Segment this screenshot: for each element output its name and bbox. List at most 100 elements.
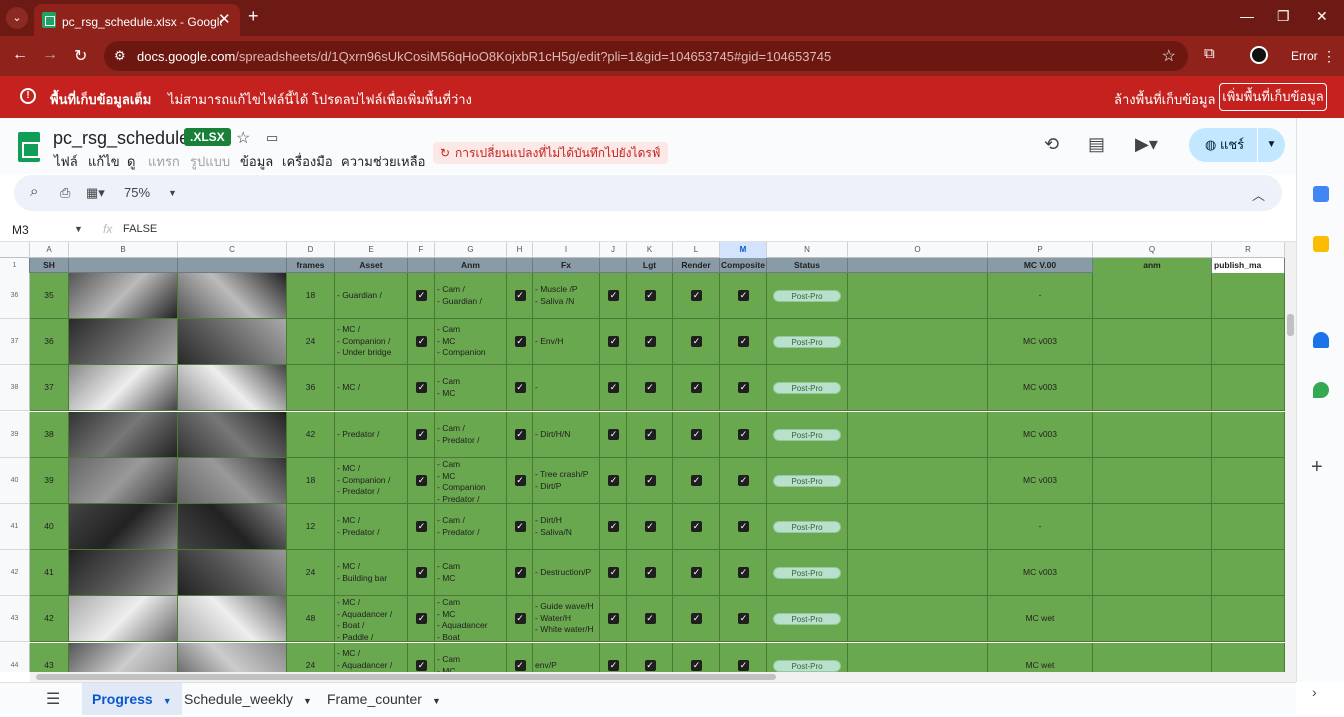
thumbnail-cell[interactable] bbox=[178, 504, 287, 549]
fx-cell[interactable]: - Destruction/P bbox=[533, 550, 600, 595]
thumbnail-cell[interactable] bbox=[178, 412, 287, 457]
browser-menu-icon[interactable]: ⋮ bbox=[1322, 48, 1336, 65]
vertical-scroll-thumb[interactable] bbox=[1287, 314, 1294, 336]
shot-number-cell[interactable]: 36 bbox=[30, 319, 69, 364]
column-header-m[interactable]: M bbox=[720, 242, 767, 258]
checkbox-cell[interactable]: ✓ bbox=[673, 365, 720, 410]
row-number[interactable]: 38 bbox=[0, 365, 30, 411]
thumbnail-cell[interactable] bbox=[69, 273, 178, 318]
column-header-c[interactable]: C bbox=[178, 242, 287, 258]
empty-cell[interactable] bbox=[848, 319, 988, 364]
publish-cell[interactable] bbox=[1212, 273, 1285, 318]
anm-status-cell[interactable] bbox=[1093, 504, 1212, 549]
version-history-icon[interactable]: ⟲ bbox=[1044, 134, 1059, 155]
url-field[interactable]: ⚙ docs.google.com/spreadsheets/d/1Qxrn96… bbox=[104, 41, 1188, 71]
checkbox-cell[interactable]: ✓ bbox=[408, 365, 435, 410]
status-chip[interactable]: Post-Pro bbox=[773, 381, 841, 394]
row-number[interactable]: 42 bbox=[0, 550, 30, 596]
checkbox-cell[interactable]: ✓ bbox=[408, 596, 435, 641]
anm-status-cell[interactable] bbox=[1093, 643, 1212, 672]
all-sheets-icon[interactable]: ☰ bbox=[46, 689, 60, 709]
status-cell[interactable]: Post-Pro bbox=[767, 596, 848, 641]
checkbox-cell[interactable]: ✓ bbox=[673, 550, 720, 595]
checkbox-cell[interactable]: ✓ bbox=[408, 273, 435, 318]
publish-cell[interactable] bbox=[1212, 504, 1285, 549]
status-chip[interactable]: Post-Pro bbox=[773, 520, 841, 533]
checkbox-checked-icon[interactable]: ✓ bbox=[514, 475, 526, 486]
asset-cell[interactable]: - MC / - Building bar bbox=[335, 550, 408, 595]
horizontal-scrollbar[interactable] bbox=[30, 672, 1296, 682]
checkbox-checked-icon[interactable]: ✓ bbox=[514, 336, 526, 347]
asset-cell[interactable]: - MC / bbox=[335, 365, 408, 410]
unsaved-changes-indicator[interactable]: การเปลี่ยนแปลงที่ไม่ได้บันทึกไปยังไดรฟ์ bbox=[433, 142, 669, 164]
shot-number-cell[interactable]: 40 bbox=[30, 504, 69, 549]
frames-cell[interactable]: 18 bbox=[287, 273, 335, 318]
checkbox-cell[interactable]: ✓ bbox=[720, 458, 767, 503]
maps-icon[interactable] bbox=[1313, 382, 1329, 398]
checkbox-cell[interactable]: ✓ bbox=[507, 458, 533, 503]
checkbox-checked-icon[interactable]: ✓ bbox=[644, 429, 656, 440]
column-header-o[interactable]: O bbox=[848, 242, 988, 258]
checkbox-cell[interactable]: ✓ bbox=[600, 319, 627, 364]
shot-number-cell[interactable]: 37 bbox=[30, 365, 69, 410]
publish-cell[interactable] bbox=[1212, 412, 1285, 457]
anm-cell[interactable]: - Cam / - Predator / bbox=[435, 412, 507, 457]
frames-cell[interactable]: 42 bbox=[287, 412, 335, 457]
mc-version-cell[interactable]: MC v003 bbox=[988, 458, 1093, 503]
checkbox-cell[interactable]: ✓ bbox=[600, 365, 627, 410]
anm-cell[interactable]: - Cam - MC - Companion bbox=[435, 319, 507, 364]
vertical-scrollbar[interactable] bbox=[1285, 242, 1296, 672]
checkbox-checked-icon[interactable]: ✓ bbox=[644, 567, 656, 578]
minimize-icon[interactable]: — bbox=[1240, 8, 1254, 24]
column-header-f[interactable]: F bbox=[408, 242, 435, 258]
column-header-n[interactable]: N bbox=[767, 242, 848, 258]
comments-icon[interactable]: ▤ bbox=[1088, 134, 1105, 155]
checkbox-checked-icon[interactable]: ✓ bbox=[416, 475, 427, 486]
column-header-d[interactable]: D bbox=[287, 242, 335, 258]
thumbnail-cell[interactable] bbox=[178, 458, 287, 503]
checkbox-checked-icon[interactable]: ✓ bbox=[416, 336, 427, 347]
checkbox-cell[interactable]: ✓ bbox=[507, 273, 533, 318]
column-header-l[interactable]: L bbox=[673, 242, 720, 258]
name-box[interactable]: M3 bbox=[12, 223, 29, 237]
thumbnail-cell[interactable] bbox=[69, 412, 178, 457]
contacts-icon[interactable] bbox=[1313, 332, 1329, 348]
checkbox-checked-icon[interactable]: ✓ bbox=[644, 660, 656, 671]
checkbox-cell[interactable]: ✓ bbox=[627, 504, 673, 549]
status-cell[interactable]: Post-Pro bbox=[767, 365, 848, 410]
new-tab-icon[interactable]: + bbox=[248, 6, 259, 27]
print-icon[interactable]: ⎙ bbox=[60, 185, 70, 201]
fx-cell[interactable]: - Tree crash/P - Dirt/P bbox=[533, 458, 600, 503]
checkbox-cell[interactable]: ✓ bbox=[507, 596, 533, 641]
checkbox-cell[interactable]: ✓ bbox=[627, 550, 673, 595]
profile-avatar[interactable] bbox=[1250, 46, 1268, 64]
anm-status-cell[interactable] bbox=[1093, 550, 1212, 595]
status-chip[interactable]: Post-Pro bbox=[773, 428, 841, 441]
checkbox-checked-icon[interactable]: ✓ bbox=[514, 521, 526, 532]
checkbox-cell[interactable]: ✓ bbox=[673, 643, 720, 672]
menu-file[interactable]: ไฟล์ bbox=[54, 151, 78, 172]
checkbox-cell[interactable]: ✓ bbox=[507, 643, 533, 672]
empty-cell[interactable] bbox=[848, 273, 988, 318]
move-folder-icon[interactable]: ▭ bbox=[266, 130, 278, 146]
shot-number-cell[interactable]: 42 bbox=[30, 596, 69, 641]
thumbnail-cell[interactable] bbox=[69, 550, 178, 595]
paint-format-icon[interactable]: ▦▾ bbox=[86, 185, 105, 201]
menu-edit[interactable]: แก้ไข bbox=[88, 151, 120, 172]
status-chip[interactable]: Post-Pro bbox=[773, 335, 841, 348]
add-storage-button[interactable]: เพิ่มพื้นที่เก็บข้อมูล bbox=[1219, 83, 1327, 111]
thumbnail-cell[interactable] bbox=[69, 319, 178, 364]
frames-cell[interactable]: 48 bbox=[287, 596, 335, 641]
checkbox-cell[interactable]: ✓ bbox=[408, 550, 435, 595]
fx-cell[interactable]: - bbox=[533, 365, 600, 410]
clear-storage-link[interactable]: ล้างพื้นที่เก็บข้อมูล bbox=[1114, 89, 1215, 110]
checkbox-checked-icon[interactable]: ✓ bbox=[738, 475, 749, 486]
empty-cell[interactable] bbox=[848, 596, 988, 641]
checkbox-checked-icon[interactable]: ✓ bbox=[608, 429, 619, 440]
checkbox-checked-icon[interactable]: ✓ bbox=[738, 429, 749, 440]
mc-version-cell[interactable]: MC v003 bbox=[988, 550, 1093, 595]
checkbox-cell[interactable]: ✓ bbox=[720, 273, 767, 318]
menu-tools[interactable]: เครื่องมือ bbox=[282, 151, 333, 172]
checkbox-cell[interactable]: ✓ bbox=[673, 412, 720, 457]
row-number[interactable]: 41 bbox=[0, 504, 30, 550]
